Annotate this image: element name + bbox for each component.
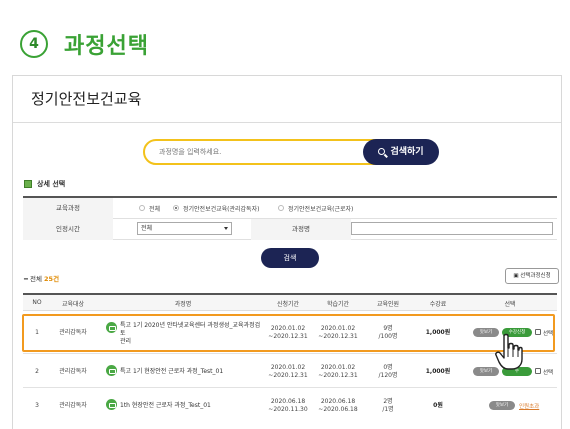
radio-all-label: 전체 bbox=[149, 206, 161, 213]
radio-manager[interactable] bbox=[173, 205, 179, 211]
row-apply-end: ~2020.11.30 bbox=[268, 406, 308, 413]
period-select[interactable]: 전체 bbox=[137, 222, 232, 235]
total-prefix: 전체 bbox=[29, 275, 42, 283]
row-no: 2 bbox=[35, 368, 39, 375]
total-count: ━ 전체 25건 bbox=[24, 275, 60, 283]
filter-table: 교육과정 전체 정기안전보건교육(관리감독자) 정기안전보건교육(근로자) 인정… bbox=[23, 196, 557, 240]
course-table: NO 교육대상 과정명 신청기간 학습기간 교육인원 수강료 선택 1 관리감독… bbox=[23, 293, 557, 429]
row-seats-taken: 9명 bbox=[383, 325, 393, 332]
detail-search-icon bbox=[24, 180, 32, 188]
period-select-value: 전체 bbox=[141, 225, 153, 232]
chevron-down-icon bbox=[224, 227, 228, 230]
row-seats: 0명/120명 bbox=[363, 364, 413, 380]
radio-all[interactable] bbox=[139, 205, 145, 211]
row-seats-taken: 2명 bbox=[383, 398, 393, 405]
header-seats: 교육인원 bbox=[376, 301, 400, 308]
select-checkbox[interactable] bbox=[535, 368, 541, 374]
row-seats-total: /1명 bbox=[382, 406, 394, 413]
radio-worker-label: 정기안전보건교육(근로자) bbox=[288, 206, 354, 213]
row-seats: 2명/1명 bbox=[363, 398, 413, 414]
row-course-name-line2: 관리 bbox=[120, 338, 132, 345]
row-course-name[interactable]: 특고 1기 2020년 안타넷교육센터 과정생성_교육과정검토 관리 bbox=[120, 322, 265, 346]
row-course-name[interactable]: 특고 1기 현장안전 근로자 과정_Test_01 bbox=[120, 368, 265, 376]
radio-manager-label: 정기안전보건교육(관리감독자) bbox=[183, 206, 260, 213]
total-count-value: 25건 bbox=[44, 275, 60, 283]
row-seats-total: /120명 bbox=[378, 372, 398, 379]
course-name-label: 과정명 bbox=[251, 219, 351, 240]
course-filter-label: 교육과정 bbox=[23, 198, 113, 219]
filter-row-course: 교육과정 전체 정기안전보건교육(관리감독자) 정기안전보건교육(근로자) bbox=[23, 198, 557, 219]
course-chat-icon bbox=[106, 322, 117, 333]
header-apply-period: 신청기간 bbox=[276, 301, 300, 308]
batch-apply-label: 선택과정신청 bbox=[520, 273, 551, 279]
course-chat-icon bbox=[106, 365, 117, 376]
header-target: 교육대상 bbox=[61, 301, 85, 308]
row-study-end: ~2020.12.31 bbox=[318, 333, 358, 340]
header-no: NO bbox=[32, 299, 42, 306]
row-fee: 0원 bbox=[433, 402, 443, 409]
search-icon bbox=[378, 148, 386, 155]
table-row: 1 관리감독자 특고 1기 2020년 안타넷교육센터 과정생성_교육과정검토 관… bbox=[23, 312, 557, 354]
row-target: 관리감독자 bbox=[59, 329, 87, 336]
batch-apply-button[interactable]: ▣ 선택과정신청 bbox=[505, 268, 559, 284]
row-seats: 9명/100명 bbox=[363, 325, 413, 341]
header-study-period: 학습기간 bbox=[326, 301, 350, 308]
table-row: 2 관리감독자 특고 1기 현장안전 근로자 과정_Test_01 2020.0… bbox=[23, 355, 557, 388]
row-fee: 1,000원 bbox=[425, 329, 451, 336]
row-target: 관리감독자 bbox=[59, 402, 87, 409]
step-title: 과정선택 bbox=[64, 34, 149, 59]
radio-worker[interactable] bbox=[278, 205, 284, 211]
row-study-start: 2020.01.02 bbox=[320, 325, 356, 332]
row-seats-taken: 0명 bbox=[383, 364, 393, 371]
overflow-status-link[interactable]: 인원초과 bbox=[519, 402, 539, 410]
row-no: 1 bbox=[35, 329, 39, 336]
row-no: 3 bbox=[35, 402, 39, 409]
page-title: 정기안전보건교육 bbox=[31, 90, 142, 108]
row-study-period: 2020.01.02 ~2020.12.31 bbox=[313, 364, 363, 380]
row-fee: 1,000원 bbox=[425, 368, 451, 375]
header-fee: 수강료 bbox=[429, 301, 447, 308]
detail-search-title: 상세 선택 bbox=[37, 180, 66, 188]
row-course-name[interactable]: 1th 현장안전 근로자 과정_Test_01 bbox=[120, 402, 265, 410]
row-apply-period: 2020.06.18 ~2020.11.30 bbox=[263, 398, 313, 414]
select-label: 선택 bbox=[543, 331, 554, 337]
row-target: 관리감독자 bbox=[59, 368, 87, 375]
divider bbox=[13, 122, 561, 123]
table-row: 3 관리감독자 1th 현장안전 근로자 과정_Test_01 2020.06.… bbox=[23, 389, 557, 422]
period-filter-label: 인정시간 bbox=[23, 219, 113, 240]
course-chat-icon bbox=[106, 399, 117, 410]
row-apply-period: 2020.01.02 ~2020.12.31 bbox=[263, 364, 313, 380]
filter-search-button[interactable]: 검색 bbox=[261, 248, 319, 268]
screenshot-frame: 정기안전보건교육 검색하기 상세 선택 교육과정 전체 정기안전보건교육(관리감… bbox=[12, 75, 562, 429]
select-label: 선택 bbox=[543, 370, 554, 376]
select-checkbox[interactable] bbox=[535, 329, 541, 335]
row-apply-start: 2020.01.02 bbox=[270, 325, 306, 332]
page: 4 과정선택 정기안전보건교육 검색하기 상세 선택 교육과정 전체 정기안전보… bbox=[0, 0, 570, 429]
row-apply-period: 2020.01.02 ~2020.12.31 bbox=[263, 325, 313, 341]
row-study-start: 2020.06.18 bbox=[320, 398, 356, 405]
row-apply-end: ~2020.12.31 bbox=[268, 333, 308, 340]
filter-row-period: 인정시간 전체 과정명 bbox=[23, 219, 557, 240]
row-apply-start: 2020.06.18 bbox=[270, 398, 306, 405]
row-course-name-line1: 특고 1기 2020년 안타넷교육센터 과정생성_교육과정검토 bbox=[120, 322, 261, 337]
row-study-start: 2020.01.02 bbox=[320, 364, 356, 371]
table-header: NO 교육대상 과정명 신청기간 학습기간 교육인원 수강료 선택 bbox=[23, 293, 557, 311]
row-apply-end: ~2020.12.31 bbox=[268, 372, 308, 379]
header-course-name: 과정명 bbox=[174, 301, 192, 308]
row-study-period: 2020.06.18 ~2020.06.18 bbox=[313, 398, 363, 414]
preview-button[interactable]: 맛보기 bbox=[489, 401, 515, 410]
row-apply-start: 2020.01.02 bbox=[270, 364, 306, 371]
search-button-label: 검색하기 bbox=[390, 147, 424, 157]
row-study-end: ~2020.06.18 bbox=[318, 406, 358, 413]
pointer-hand-icon bbox=[495, 333, 523, 370]
header-select: 선택 bbox=[504, 301, 516, 308]
search-button[interactable]: 검색하기 bbox=[363, 139, 439, 165]
row-study-end: ~2020.12.31 bbox=[318, 372, 358, 379]
course-name-input[interactable] bbox=[351, 222, 553, 235]
row-seats-total: /100명 bbox=[378, 333, 398, 340]
row-study-period: 2020.01.02 ~2020.12.31 bbox=[313, 325, 363, 341]
step-number-badge: 4 bbox=[20, 30, 48, 58]
search-input[interactable] bbox=[159, 144, 359, 160]
